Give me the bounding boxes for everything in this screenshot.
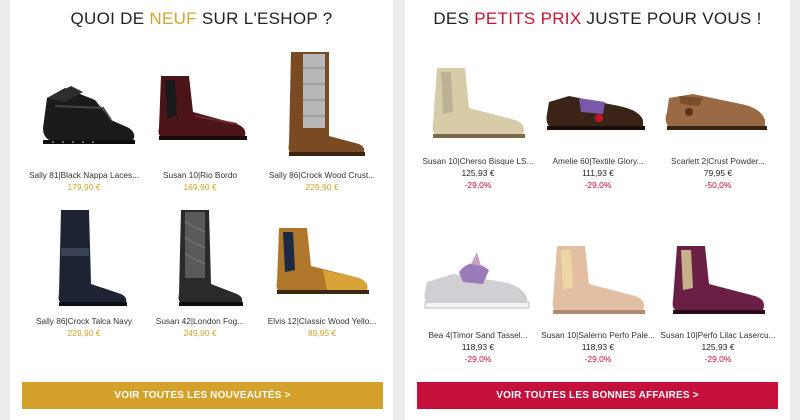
product-name[interactable]: Scarlett 2|Crust Powder... [659, 156, 777, 167]
product-card[interactable]: Sally 86|Crock Wood Crust... 229,90 € [263, 48, 381, 194]
brown-tassel-mule-icon[interactable] [659, 62, 777, 154]
title-part: JUSTE POUR VOUS ! [581, 9, 762, 28]
product-price: 125,93 € [701, 342, 735, 352]
purple-chelsea-boot-icon[interactable] [659, 242, 777, 328]
view-all-deals-button[interactable]: VOIR TOUTES LES BONNES AFFAIRES > [417, 382, 778, 409]
product-price: 111,93 € [582, 168, 614, 178]
product-name[interactable]: Elvis 12|Classic Wood Yello... [263, 316, 381, 327]
yellow-wood-chelsea-boot-icon[interactable] [263, 218, 381, 314]
product-card[interactable]: Susan 10|Cherso Bisque LS... 125,93 € -2… [419, 62, 537, 191]
bordeaux-chelsea-boot-icon[interactable] [141, 58, 259, 168]
product-price: 169,90 € [183, 182, 217, 192]
product-price: 249,90 € [183, 328, 217, 338]
tall-brown-silver-boot-icon[interactable] [263, 48, 381, 168]
discount-badge: -50,0% [704, 180, 732, 190]
silver-tassel-sneaker-icon[interactable] [419, 242, 537, 328]
product-name[interactable]: Sally 86|Crock Talca Navy [25, 316, 143, 327]
product-card[interactable]: Susan 42|London Fog... 249,90 € [141, 208, 259, 340]
new-arrivals-title: QUOI DE NEUF SUR L'ESHOP ? [10, 9, 393, 29]
product-name[interactable]: Susan 10|Cherso Bisque LS... [419, 156, 537, 167]
product-name[interactable]: Bea 4|Timor Sand Tassel... [419, 330, 537, 341]
title-part: QUOI DE [70, 9, 150, 28]
tassel-loafer-icon[interactable] [539, 62, 657, 154]
product-card[interactable]: Susan 10|Rio Bordo 169,90 € [141, 58, 259, 194]
tall-grey-black-boot-icon[interactable] [141, 208, 259, 314]
discount-badge: -29,0% [464, 354, 492, 364]
product-price: 118,93 € [461, 342, 495, 352]
discount-badge: -29,0% [704, 354, 732, 364]
new-arrivals-panel: QUOI DE NEUF SUR L'ESHOP ? Sally 81|Blac… [10, 0, 393, 420]
product-price: 229,90 € [305, 182, 339, 192]
discount-badge: -29,0% [584, 180, 612, 190]
product-card[interactable]: Scarlett 2|Crust Powder... 79,95 € -50,0… [659, 62, 777, 191]
product-card[interactable]: Susan 10|Salerno Perfo Pale... 118,93 € … [539, 242, 657, 365]
product-card[interactable]: Elvis 12|Classic Wood Yello... 89,95 € [263, 218, 381, 340]
product-card[interactable]: Sally 86|Crock Talca Navy 229,90 € [25, 208, 143, 340]
nude-chelsea-boot-icon[interactable] [539, 242, 657, 328]
product-price: 125,93 € [461, 168, 495, 178]
product-card[interactable]: Sally 81|Black Nappa Laces... 179,90 € [25, 58, 143, 194]
title-highlight: NEUF [149, 9, 197, 28]
title-part: DES [433, 9, 475, 28]
product-name[interactable]: Susan 10|Salerno Perfo Pale... [539, 330, 657, 341]
product-price: 179,90 € [67, 182, 101, 192]
discount-badge: -29,0% [464, 180, 492, 190]
product-name[interactable]: Sally 86|Crock Wood Crust... [263, 170, 381, 181]
product-price: 229,90 € [67, 328, 101, 338]
product-price: 118,93 € [581, 342, 615, 352]
product-card[interactable]: Amelie 60|Textile Glory... 111,93 € -29,… [539, 62, 657, 191]
product-name[interactable]: Amelie 60|Textile Glory... [539, 156, 657, 167]
product-price: 79,95 € [703, 168, 733, 178]
deals-title: DES PETITS PRIX JUSTE POUR VOUS ! [405, 9, 790, 29]
product-card[interactable]: Susan 10|Perfo Lilac Lasercu... 125,93 €… [659, 242, 777, 365]
deals-panel: DES PETITS PRIX JUSTE POUR VOUS ! Susan … [405, 0, 790, 420]
discount-badge: -29,0% [584, 354, 612, 364]
product-name[interactable]: Susan 42|London Fog... [141, 316, 259, 327]
tall-navy-boot-icon[interactable] [25, 208, 143, 314]
product-name[interactable]: Susan 10|Rio Bordo [141, 170, 259, 181]
title-part: SUR L'ESHOP ? [196, 9, 333, 28]
product-price: 89,95 € [307, 328, 337, 338]
gold-chelsea-boot-icon[interactable] [419, 62, 537, 154]
title-highlight: PETITS PRIX [474, 9, 582, 28]
view-all-new-button[interactable]: VOIR TOUTES LES NOUVEAUTÉS > [22, 382, 383, 409]
black-lace-up-boot-icon[interactable] [25, 58, 143, 168]
product-name[interactable]: Sally 81|Black Nappa Laces... [25, 170, 143, 181]
product-card[interactable]: Bea 4|Timor Sand Tassel... 118,93 € -29,… [419, 242, 537, 365]
product-name[interactable]: Susan 10|Perfo Lilac Lasercu... [659, 330, 777, 341]
